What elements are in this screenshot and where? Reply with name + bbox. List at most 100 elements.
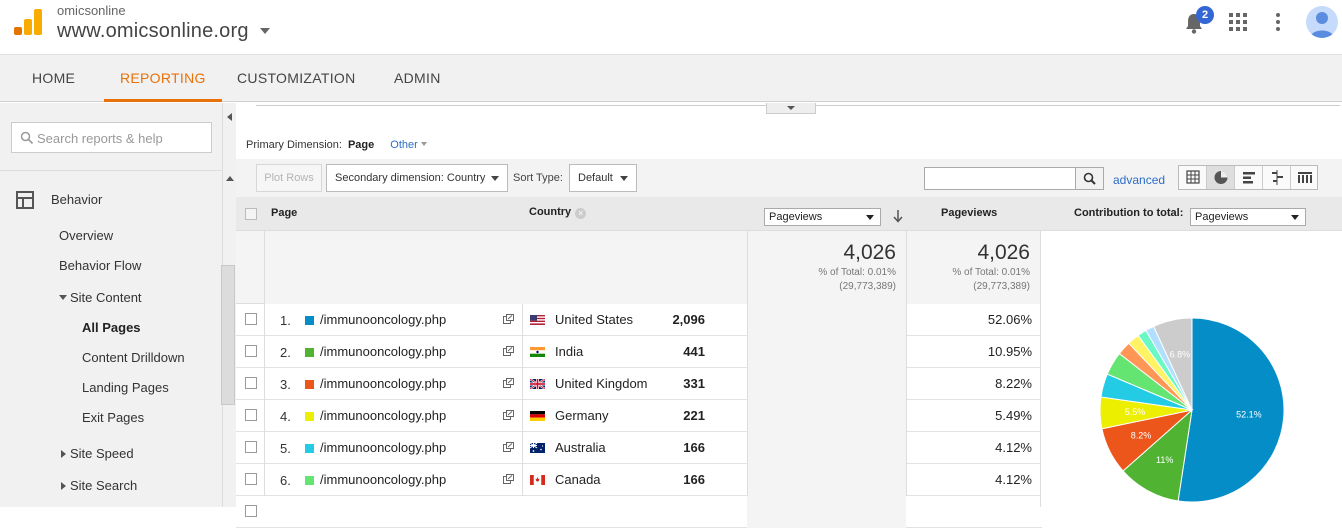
page-link[interactable]: /immunooncology.php (320, 440, 446, 455)
sidebar-item-site-content[interactable]: Site Content (59, 290, 142, 305)
total-value: 4,026 (843, 241, 896, 264)
sidebar-item-exit-pages[interactable]: Exit Pages (82, 410, 144, 425)
metric-cell-bg (747, 496, 906, 528)
table-row[interactable]: 3. /immunooncology.php United Kingdom 33… (236, 368, 1042, 400)
table-row[interactable]: 4. /immunooncology.php Germany 221 5.49% (236, 400, 1042, 432)
divider (747, 304, 748, 336)
table-toolbar: Plot Rows Secondary dimension: Country S… (236, 159, 1342, 197)
performance-view-icon[interactable] (1235, 166, 1263, 189)
remove-dimension-icon[interactable]: × (575, 208, 587, 219)
sidebar-item-overview[interactable]: Overview (59, 228, 113, 243)
page-link[interactable]: /immunooncology.php (320, 408, 446, 423)
row-checkbox[interactable] (245, 345, 257, 357)
chevron-down-icon[interactable] (260, 28, 270, 34)
tab-home[interactable]: HOME (32, 55, 75, 102)
table-row[interactable]: 5. /immunooncology.php Australia 166 4.1… (236, 432, 1042, 464)
sidebar-item-landing-pages[interactable]: Landing Pages (82, 380, 169, 395)
country-link[interactable]: Germany (555, 408, 608, 423)
notification-badge[interactable]: 2 (1196, 6, 1214, 24)
external-link-icon[interactable] (503, 346, 514, 356)
country-link[interactable]: United Kingdom (555, 376, 648, 391)
sort-descending-icon[interactable] (892, 209, 904, 223)
search-reports-input[interactable]: Search reports & help (11, 122, 212, 153)
divider (264, 464, 265, 496)
divider (747, 336, 748, 368)
primary-dimension-page[interactable]: Page (348, 139, 374, 151)
column-header-country[interactable]: Country × (529, 206, 587, 219)
divider (747, 464, 748, 496)
row-checkbox[interactable] (245, 473, 257, 485)
table-row[interactable]: 6. /immunooncology.php Canada 166 4.12% (236, 464, 1042, 496)
page-link[interactable]: /immunooncology.php (320, 472, 446, 487)
avatar[interactable] (1306, 6, 1338, 38)
divider (906, 368, 907, 400)
select-all-checkbox[interactable] (245, 208, 257, 220)
report-main: Primary Dimension: Page Other Plot Rows Se… (236, 103, 1342, 528)
external-link-icon[interactable] (503, 410, 514, 420)
contribution-pie-chart: 52.1% 11% 8.2% 5.5% 6.8% (1040, 304, 1342, 507)
metric-select[interactable]: Pageviews (764, 208, 881, 226)
table-search-button[interactable] (1075, 168, 1103, 189)
table-row[interactable]: 2. /immunooncology.php India 441 10.95% (236, 336, 1042, 368)
row-checkbox[interactable] (245, 377, 257, 389)
search-icon (1083, 172, 1096, 185)
more-menu-icon[interactable] (1275, 13, 1281, 31)
pie-slice[interactable] (1177, 317, 1285, 503)
country-link[interactable]: Canada (555, 472, 601, 487)
pie-slice-label: 52.1% (1236, 409, 1262, 419)
sidebar-item-content-drilldown[interactable]: Content Drilldown (82, 350, 185, 365)
sidebar-item-site-speed[interactable]: Site Speed (61, 446, 134, 461)
page-link[interactable]: /immunooncology.php (320, 376, 446, 391)
sidebar-item-all-pages[interactable]: All Pages (82, 320, 141, 335)
sidebar-item-behavior-flow[interactable]: Behavior Flow (59, 258, 141, 273)
sidebar-section-behavior[interactable]: Behavior (51, 192, 102, 207)
advanced-filter-link[interactable]: advanced (1113, 173, 1165, 187)
contribution-select[interactable]: Pageviews (1190, 208, 1306, 226)
external-link-icon[interactable] (503, 474, 514, 484)
external-link-icon[interactable] (503, 378, 514, 388)
table-row[interactable] (236, 496, 1042, 528)
external-link-icon[interactable] (503, 442, 514, 452)
pivot-view-icon[interactable] (1291, 166, 1319, 189)
chart-collapse-handle[interactable] (766, 103, 816, 114)
row-number: 6. (280, 473, 291, 488)
row-checkbox[interactable] (245, 409, 257, 421)
sidebar-scrollbar[interactable] (221, 265, 235, 405)
table-row[interactable]: 1. /immunooncology.php United States 2,0… (236, 304, 1042, 336)
country-link[interactable]: Australia (555, 440, 606, 455)
sidebar-item-site-search[interactable]: Site Search (61, 478, 137, 493)
pageviews-value: 2,096 (672, 312, 705, 327)
divider (522, 400, 523, 432)
page-link[interactable]: /immunooncology.php (320, 344, 446, 359)
tab-admin[interactable]: ADMIN (394, 55, 441, 102)
row-checkbox[interactable] (245, 441, 257, 453)
comparison-view-icon[interactable] (1263, 166, 1291, 189)
secondary-dimension-dropdown[interactable]: Secondary dimension: Country (326, 164, 508, 192)
tab-customization[interactable]: CUSTOMIZATION (237, 55, 356, 102)
divider (522, 368, 523, 400)
divider (747, 432, 748, 464)
divider (906, 336, 907, 368)
property-selector[interactable]: www.omicsonline.org (57, 20, 249, 43)
apps-grid-icon[interactable] (1229, 13, 1247, 31)
table-search-input[interactable] (924, 167, 1104, 190)
pie-view-icon[interactable] (1207, 166, 1235, 189)
plot-rows-button[interactable]: Plot Rows (256, 164, 322, 192)
primary-dimension-other[interactable]: Other (390, 139, 427, 151)
total-pct: % of Total: 0.01% (952, 267, 1030, 278)
tab-reporting[interactable]: REPORTING (104, 55, 222, 102)
sort-type-dropdown[interactable]: Default (569, 164, 637, 192)
table-view-icon[interactable] (1179, 166, 1207, 189)
row-number: 4. (280, 409, 291, 424)
column-header-pageviews[interactable]: Pageviews (941, 207, 997, 219)
external-link-icon[interactable] (503, 314, 514, 324)
row-checkbox[interactable] (245, 313, 257, 325)
page-link[interactable]: /immunooncology.php (320, 312, 446, 327)
scroll-up-icon[interactable] (226, 176, 234, 181)
analytics-logo-icon[interactable] (14, 9, 42, 35)
country-link[interactable]: United States (555, 312, 633, 327)
view-switcher (1178, 165, 1318, 190)
column-header-page[interactable]: Page (271, 207, 297, 219)
pageviews-percent: 52.06% (987, 312, 1032, 327)
country-link[interactable]: India (555, 344, 583, 359)
